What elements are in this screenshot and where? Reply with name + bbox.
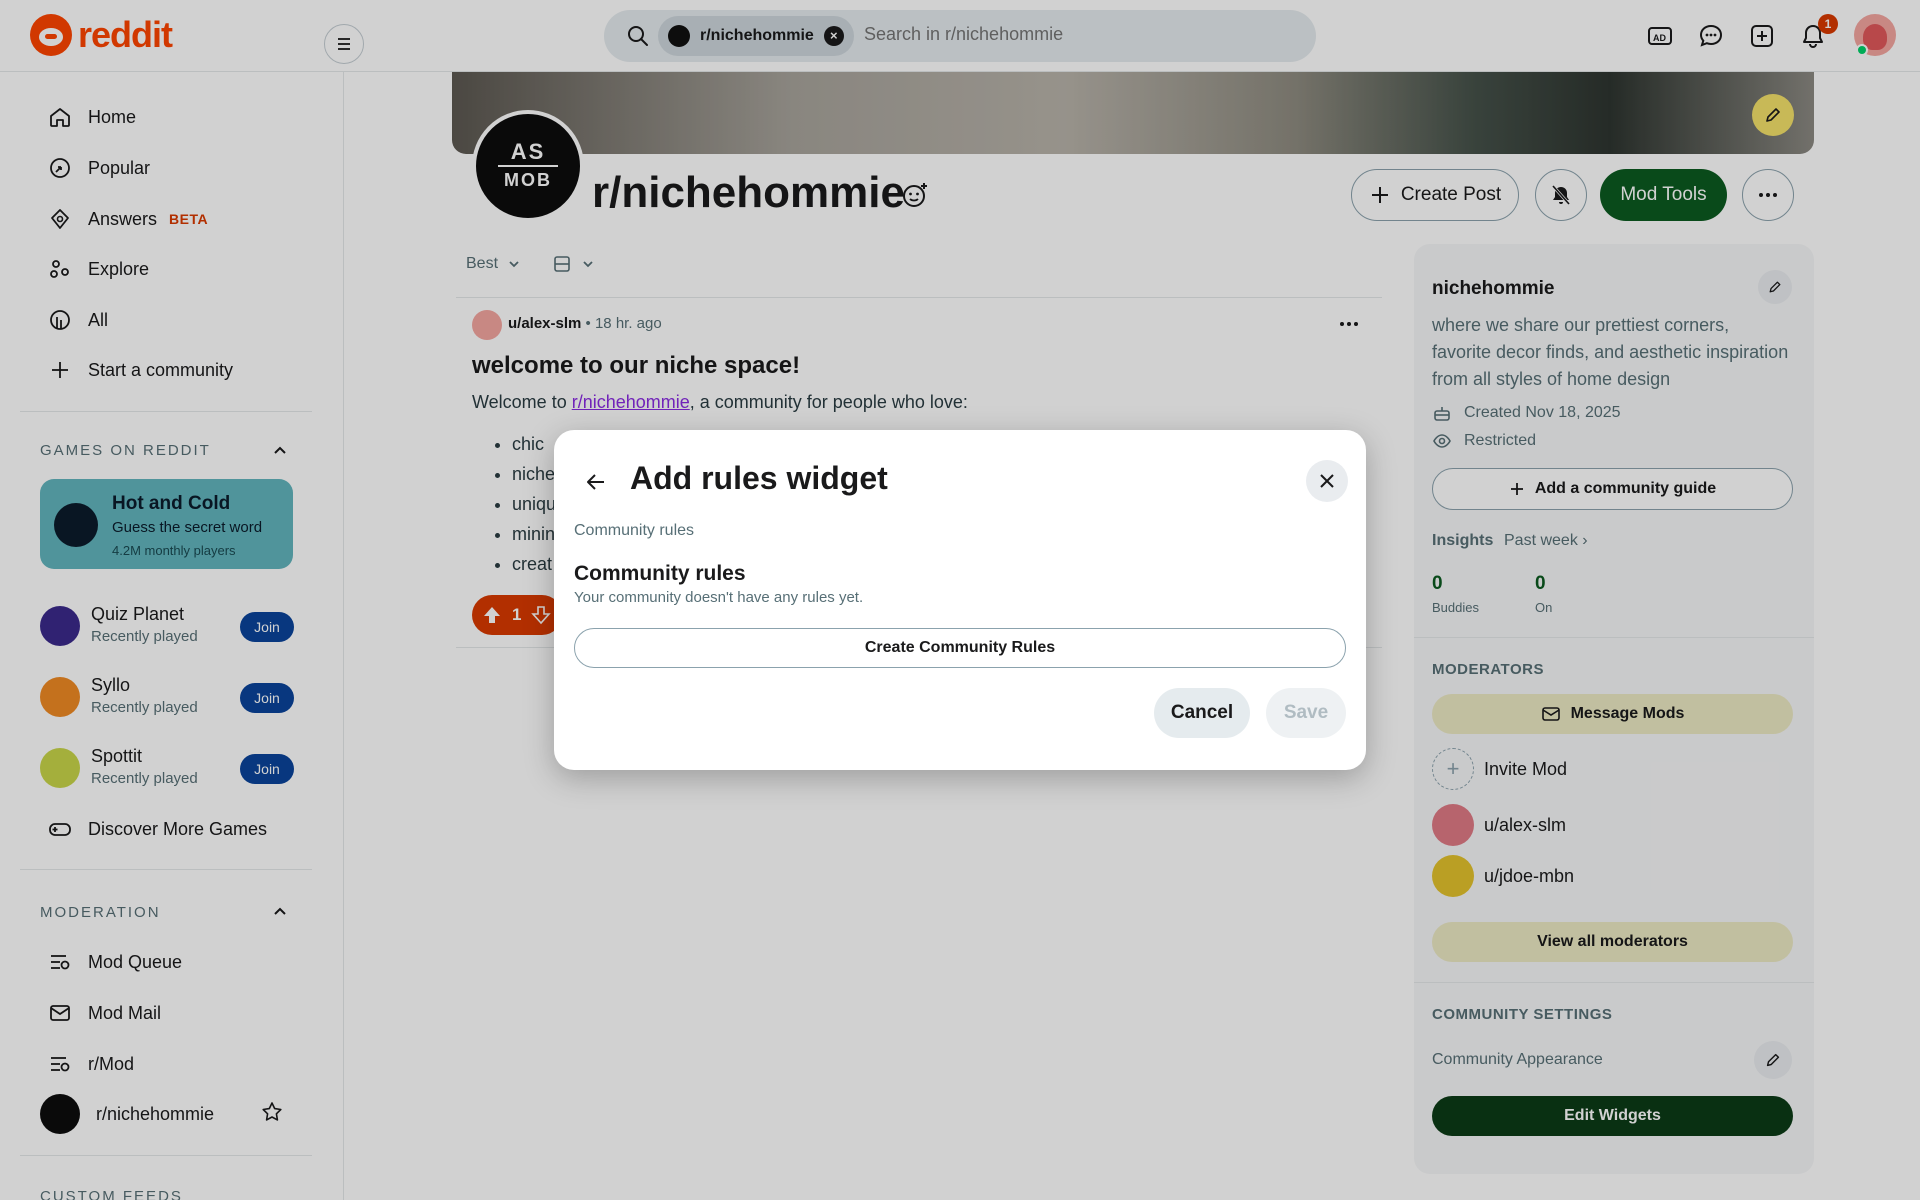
back-button[interactable] — [576, 462, 616, 502]
dialog-title: Add rules widget — [630, 460, 888, 496]
rules-description: Your community doesn't have any rules ye… — [574, 589, 864, 606]
arrow-left-icon — [587, 474, 604, 490]
dialog-subtitle: Community rules — [574, 522, 695, 539]
add-rules-widget-dialog: Add rules widget Community rules Communi… — [554, 430, 1366, 770]
rules-heading: Community rules — [574, 562, 746, 585]
create-community-rules-button[interactable]: Create Community Rules — [574, 628, 1346, 668]
save-button[interactable]: Save — [1266, 688, 1346, 738]
close-icon — [1320, 474, 1334, 488]
close-dialog-button[interactable] — [1306, 460, 1348, 502]
cancel-button[interactable]: Cancel — [1154, 688, 1250, 738]
